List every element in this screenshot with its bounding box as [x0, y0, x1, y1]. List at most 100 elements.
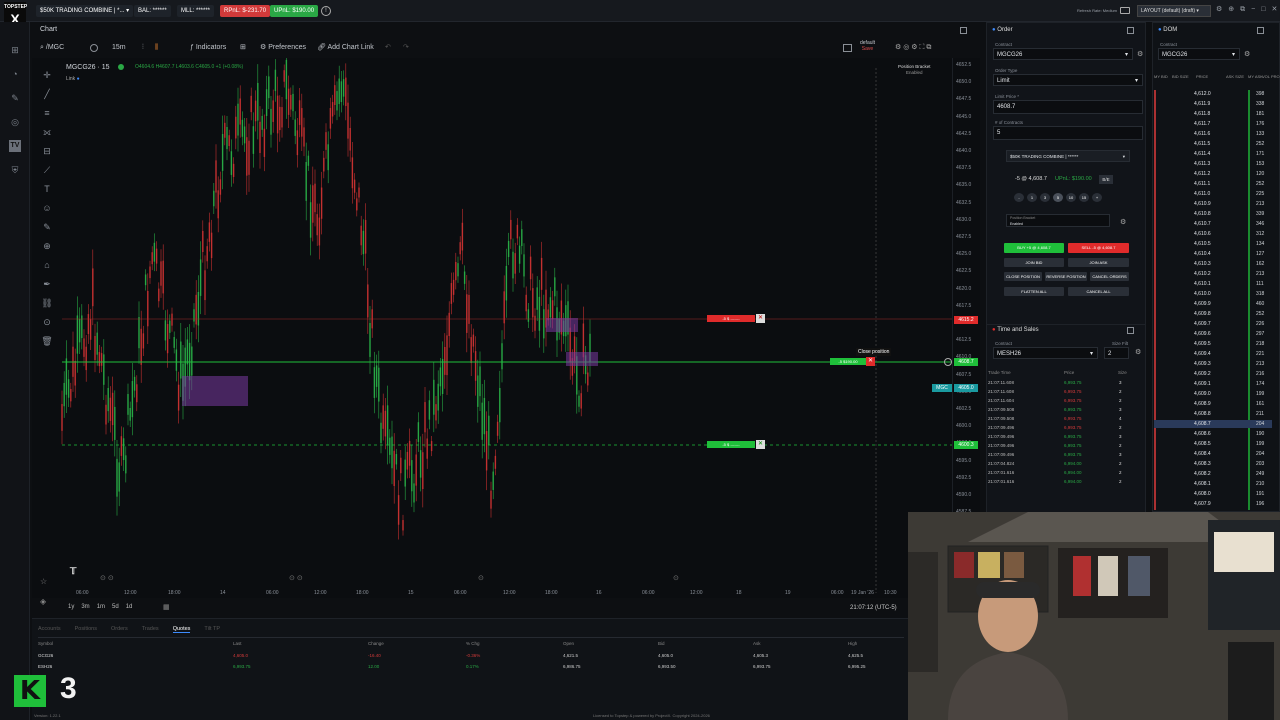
tas-contract-field[interactable]: MESH26 ▾ [993, 347, 1098, 359]
dom-row[interactable]: 4,609.3 213 [1154, 360, 1272, 368]
timeframe-option[interactable]: 3m [81, 604, 89, 610]
crosshair-add-icon[interactable] [944, 358, 952, 366]
qty-button[interactable]: 3 [1040, 193, 1050, 202]
candles-icon[interactable]: ⫼ [155, 42, 158, 54]
dom-row[interactable]: 4,608.9 161 [1154, 400, 1272, 408]
event-markers[interactable]: ⊙⊙ [100, 574, 116, 582]
dom-price[interactable]: 4,611.2 [1194, 170, 1210, 178]
add-chart-link-button[interactable]: 🔗︎ Add Chart Link [317, 42, 374, 54]
dom-price[interactable]: 4,610.7 [1194, 220, 1211, 228]
qty-button[interactable]: 1 [1027, 193, 1037, 202]
tab-time-sales[interactable]: ● Time and Sales [992, 327, 1039, 333]
join-bid-button[interactable]: JOIN BID [1004, 258, 1064, 267]
shield-icon[interactable]: ⛨ [9, 164, 21, 176]
tab-chart[interactable]: Chart [40, 24, 57, 36]
stop-order-label[interactable]: -5 $ ------- [707, 315, 755, 322]
order-tab-add-icon[interactable] [1127, 27, 1134, 34]
dom-row[interactable]: 4,609.6 297 [1154, 330, 1272, 338]
symbol-search[interactable]: ⌕ /MGC [40, 42, 64, 54]
dom-row[interactable]: 4,609.1 174 [1154, 380, 1272, 388]
dom-price[interactable]: 4,611.5 [1194, 140, 1210, 148]
dom-price[interactable]: 4,611.0 [1194, 190, 1210, 198]
dom-row[interactable]: 4,611.2 120 [1154, 170, 1272, 178]
drawing-toolbar[interactable]: ✛ ╱ ≡ ⟗ ⊟ ⟋ T ☺ ✎ ⊕ ⌂ ✒ ⛓ ⊙ 🗑︎ [40, 66, 54, 351]
dom-row[interactable]: 4,610.3 162 [1154, 260, 1272, 268]
dom-row[interactable]: 4,608.8 211 [1154, 410, 1272, 418]
dom-row[interactable]: 4,610.6 312 [1154, 230, 1272, 238]
dom-price[interactable]: 4,609.2 [1194, 370, 1211, 378]
tab-dom[interactable]: ● DOM [1158, 27, 1177, 33]
undo-icon[interactable]: ↶ [385, 42, 391, 54]
grid-icon[interactable]: ⊞ [9, 44, 21, 56]
dom-row[interactable]: 4,611.3 153 [1154, 160, 1272, 168]
position-bracket-indicator[interactable]: Position Bracket Enabled [898, 64, 931, 76]
dom-row[interactable]: 4,608.1 210 [1154, 480, 1272, 488]
layout-selector[interactable]: LAYOUT (default) (draft) ▾ [1137, 5, 1211, 17]
bottom-tab[interactable]: Quotes [172, 626, 191, 633]
dom-price[interactable]: 4,608.5 [1194, 440, 1211, 448]
bottom-tab[interactable]: Accounts [38, 626, 61, 632]
timeframe-option[interactable]: 1m [97, 604, 105, 610]
timeframe-option[interactable]: 1d [126, 604, 133, 610]
bottom-tab[interactable]: Positions [75, 626, 97, 632]
dom-price[interactable]: 4,612.0 [1194, 90, 1211, 98]
target-icon[interactable]: ◎ [9, 116, 21, 128]
add-compare-icon[interactable] [90, 44, 98, 52]
timeframe-bar[interactable]: 1y 3m 1m 5d 1d [68, 604, 139, 610]
bar-type-icon[interactable]: ⫶ [142, 42, 144, 54]
close-position-button[interactable]: CLOSE POSITION [1004, 272, 1042, 281]
dom-row[interactable]: 4,608.3 203 [1154, 460, 1272, 468]
dom-row[interactable]: 4,609.8 252 [1154, 310, 1272, 318]
clock-icon[interactable]: ◔ [9, 68, 21, 80]
dom-row[interactable]: 4,610.7 346 [1154, 220, 1272, 228]
dom-price[interactable]: 4,610.8 [1194, 210, 1211, 218]
dom-row[interactable]: 4,611.5 252 [1154, 140, 1272, 148]
dom-price[interactable]: 4,608.0 [1194, 490, 1211, 498]
dom-row[interactable]: 4,609.0 199 [1154, 390, 1272, 398]
interval-selector[interactable]: 15m [112, 42, 126, 54]
dom-price[interactable]: 4,611.6 [1194, 130, 1210, 138]
dom-price[interactable]: 4,610.2 [1194, 270, 1211, 278]
dom-price[interactable]: 4,611.3 [1194, 160, 1210, 168]
bottom-tab[interactable]: Trades [142, 626, 159, 632]
dom-row[interactable]: 4,608.0 191 [1154, 490, 1272, 498]
dom-price[interactable]: 4,611.1 [1194, 180, 1210, 188]
info-icon[interactable]: ! [321, 6, 331, 16]
dom-row[interactable]: 4,610.8 339 [1154, 210, 1272, 218]
bottom-tab[interactable]: Tilt TP [204, 626, 220, 632]
dom-settings-icon[interactable]: ⚙ [1244, 50, 1250, 58]
dom-price[interactable]: 4,611.4 [1194, 150, 1210, 158]
cancel-all-button[interactable]: CANCEL ALL [1068, 287, 1129, 296]
dom-price[interactable]: 4,611.8 [1194, 110, 1210, 118]
contracts-input[interactable]: 5 [993, 126, 1143, 140]
dom-price[interactable]: 4,608.6 [1194, 430, 1211, 438]
dom-row[interactable]: 4,609.9 460 [1154, 300, 1272, 308]
template-selector[interactable]: default Save [860, 40, 875, 52]
flatten-all-button[interactable]: FLATTEN ALL [1004, 287, 1064, 296]
dom-row[interactable]: 4,608.5 199 [1154, 440, 1272, 448]
dom-row[interactable]: 4,610.1 111 [1154, 280, 1272, 288]
dom-price[interactable]: 4,609.5 [1194, 340, 1211, 348]
bracket-select[interactable]: Position Bracket Enabled [1006, 214, 1110, 227]
dom-row[interactable]: 4,610.2 213 [1154, 270, 1272, 278]
cancel-stop-icon[interactable]: ✕ [756, 314, 765, 323]
dom-row[interactable]: 4,611.9 338 [1154, 100, 1272, 108]
dom-row[interactable]: 4,609.5 218 [1154, 340, 1272, 348]
window-controls[interactable]: ⚙⊕⧉−□✕ [1216, 5, 1280, 14]
order-account-select[interactable]: $50K TRADING COMBINE | ****** ▾ [1006, 150, 1130, 162]
dom-price[interactable]: 4,608.2 [1194, 470, 1211, 478]
dom-price[interactable]: 4,609.9 [1194, 300, 1211, 308]
timeframe-option[interactable]: 1y [68, 604, 74, 610]
indicators-button[interactable]: ƒ Indicators [190, 42, 226, 54]
dom-row[interactable]: 4,608.2 249 [1154, 470, 1272, 478]
tas-settings-icon[interactable]: ⚙ [1135, 348, 1141, 356]
target-order-label[interactable]: -5 $ ------- [707, 441, 755, 448]
buy-button[interactable]: BUY +5 @ 4,608.7 [1004, 243, 1064, 253]
monitor-icon[interactable] [1120, 7, 1130, 14]
dom-row[interactable]: 4,611.6 133 [1154, 130, 1272, 138]
timeframe-option[interactable]: 5d [112, 604, 119, 610]
chart-tool-icons[interactable]: ⚙ ◎ ⚙ ⛶ ⧉ [895, 42, 931, 54]
calendar-icon[interactable]: ▦ [163, 603, 170, 611]
dom-price[interactable]: 4,608.8 [1194, 410, 1211, 418]
event-marker[interactable]: ⊙ [673, 574, 679, 582]
